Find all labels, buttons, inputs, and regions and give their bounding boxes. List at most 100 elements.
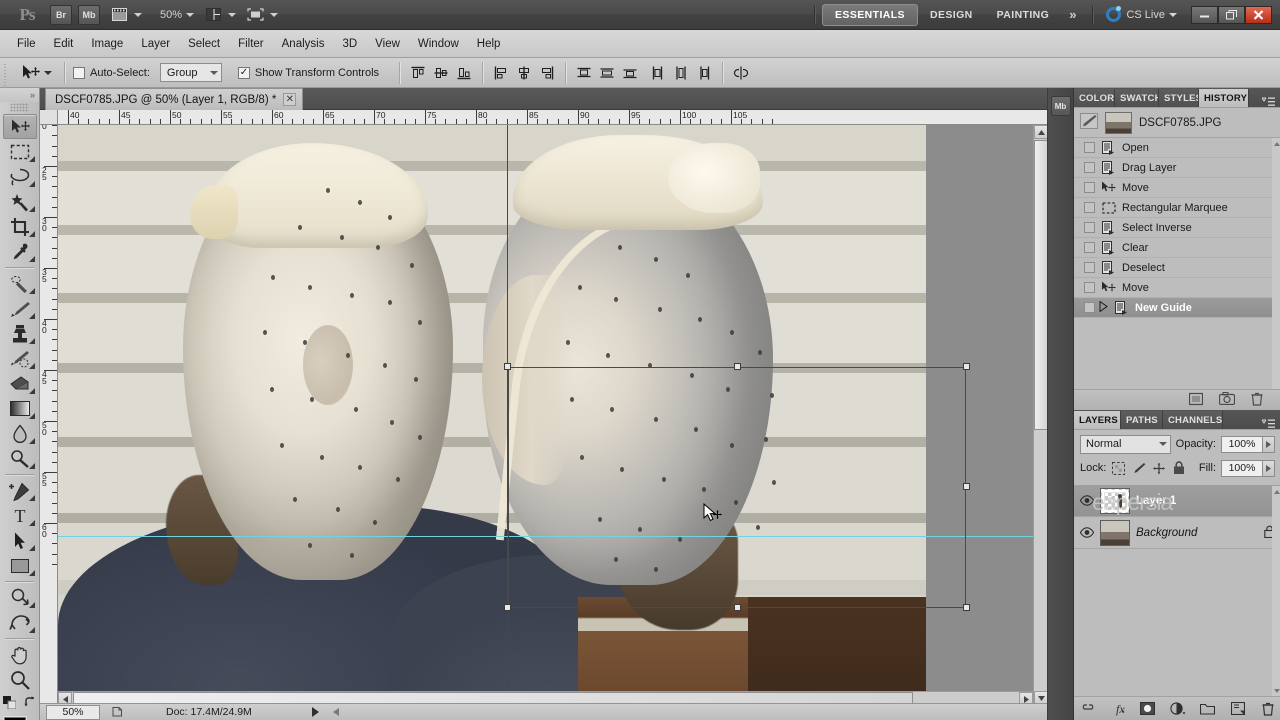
- vertical-ruler[interactable]: 20 25 30 35 40 45 50 55 60: [40, 125, 58, 705]
- add-layer-style-icon[interactable]: fx: [1110, 701, 1126, 717]
- history-state-drag-layer[interactable]: Drag Layer: [1074, 158, 1280, 178]
- history-state-move-2[interactable]: Move: [1074, 278, 1280, 298]
- delete-state-icon[interactable]: [1251, 392, 1263, 409]
- history-snapshot-checkbox[interactable]: [1084, 182, 1095, 193]
- menu-image[interactable]: Image: [82, 35, 132, 53]
- layer-row-background[interactable]: Background: [1074, 517, 1280, 549]
- history-state-select-inverse[interactable]: Select Inverse: [1074, 218, 1280, 238]
- create-document-from-state-icon[interactable]: [1188, 392, 1204, 409]
- toolbox-collapse-button[interactable]: »: [0, 88, 39, 102]
- distribute-bottom-edges-button[interactable]: [620, 63, 640, 83]
- distribute-top-edges-button[interactable]: [574, 63, 594, 83]
- launch-mini-bridge-button[interactable]: Mb: [78, 4, 100, 25]
- restore-button[interactable]: [1218, 5, 1245, 24]
- status-info-menu-triangle-icon[interactable]: [311, 707, 319, 717]
- tool-zoom-tool[interactable]: [3, 667, 37, 692]
- transform-handle-top-right[interactable]: [963, 363, 970, 370]
- zoom-level-value[interactable]: 50%: [160, 9, 182, 21]
- screen-mode-icon[interactable]: [244, 5, 266, 25]
- history-scroll-up-icon[interactable]: [1272, 138, 1280, 149]
- transform-handle-bottom-left[interactable]: [504, 604, 511, 611]
- tool-clone-stamp-tool[interactable]: [3, 321, 37, 346]
- horizontal-ruler[interactable]: 40 45 50 55 60 65 70 75 80 85 90 95 100 105: [58, 110, 1047, 125]
- status-zoom-field[interactable]: 50%: [46, 704, 100, 720]
- layers-scroll-down-icon[interactable]: [1272, 685, 1280, 696]
- delete-layer-icon[interactable]: [1260, 701, 1276, 717]
- align-right-edges-button[interactable]: [537, 63, 557, 83]
- fill-control[interactable]: 100%: [1221, 459, 1275, 477]
- history-snapshot-checkbox[interactable]: [1084, 262, 1095, 273]
- tool-3d-camera-rotate-tool[interactable]: [3, 610, 37, 635]
- current-tool-preset-picker[interactable]: [16, 61, 56, 85]
- tool-horizontal-type-tool[interactable]: T: [3, 503, 37, 528]
- fill-slider-chevron-icon[interactable]: [1263, 459, 1275, 477]
- menu-select[interactable]: Select: [179, 35, 229, 53]
- menu-layer[interactable]: Layer: [132, 35, 179, 53]
- tool-lasso-tool[interactable]: [3, 164, 37, 189]
- layer-thumbnail[interactable]: [1100, 519, 1130, 546]
- tool-quick-selection-tool[interactable]: [3, 189, 37, 214]
- tool-hand-tool[interactable]: [3, 642, 37, 667]
- menu-edit[interactable]: Edit: [45, 35, 83, 53]
- menu-window[interactable]: Window: [409, 35, 468, 53]
- menu-analysis[interactable]: Analysis: [273, 35, 334, 53]
- history-state-open[interactable]: Open: [1074, 138, 1280, 158]
- history-snapshot-checkbox[interactable]: [1084, 162, 1095, 173]
- transform-handle-top-left[interactable]: [504, 363, 511, 370]
- horizontal-guide[interactable]: [58, 536, 1047, 537]
- layers-scroll-up-icon[interactable]: [1272, 486, 1280, 497]
- layer-name-label[interactable]: Background: [1136, 527, 1197, 539]
- tool-eraser-tool[interactable]: [3, 371, 37, 396]
- options-bar-grip[interactable]: [0, 57, 10, 88]
- vertical-scroll-thumb[interactable]: [1034, 140, 1048, 430]
- tool-gradient-tool[interactable]: [3, 396, 37, 421]
- transform-handle-bottom-center[interactable]: [734, 604, 741, 611]
- show-transform-controls-checkbox[interactable]: ✓ Show Transform Controls: [237, 66, 379, 79]
- new-group-icon[interactable]: [1200, 701, 1216, 717]
- create-new-snapshot-icon[interactable]: [1218, 392, 1236, 408]
- document-image[interactable]: [58, 125, 926, 705]
- workspace-tab-design[interactable]: DESIGN: [918, 4, 985, 26]
- layer-visibility-eye-icon[interactable]: [1080, 526, 1094, 540]
- align-top-edges-button[interactable]: [408, 63, 428, 83]
- align-horizontal-centers-button[interactable]: [514, 63, 534, 83]
- arrange-chevron-down-icon[interactable]: [228, 12, 237, 17]
- cs-live-button[interactable]: CS Live: [1106, 6, 1177, 22]
- document-tab[interactable]: DSCF0785.JPG @ 50% (Layer 1, RGB/8) * ✕: [45, 88, 304, 110]
- mini-bridge-dock-icon[interactable]: Mb: [1050, 96, 1071, 116]
- menu-3d[interactable]: 3D: [333, 35, 366, 53]
- workspace-more-chevron-icon[interactable]: »: [1061, 7, 1082, 22]
- history-snapshot-checkbox[interactable]: [1084, 222, 1095, 233]
- minimize-button[interactable]: [1191, 5, 1218, 24]
- tool-move-tool[interactable]: [2, 114, 37, 139]
- default-colors-icon[interactable]: [2, 696, 16, 712]
- lock-image-pixels-icon[interactable]: [1131, 461, 1146, 476]
- align-vertical-centers-button[interactable]: [431, 63, 451, 83]
- tool-rectangle-tool[interactable]: [3, 553, 37, 578]
- transform-handle-bottom-right[interactable]: [963, 604, 970, 611]
- tab-layers[interactable]: LAYERS: [1074, 411, 1121, 429]
- history-snapshot-checkbox[interactable]: [1084, 202, 1095, 213]
- history-state-move-1[interactable]: Move: [1074, 178, 1280, 198]
- history-state-clear[interactable]: Clear: [1074, 238, 1280, 258]
- tool-brush-tool[interactable]: [3, 296, 37, 321]
- tool-rectangular-marquee-tool[interactable]: [3, 139, 37, 164]
- swap-colors-icon[interactable]: [23, 696, 37, 712]
- history-source-row[interactable]: DSCF0785.JPG: [1074, 108, 1280, 138]
- distribute-vertical-centers-button[interactable]: [597, 63, 617, 83]
- toolbox-grip[interactable]: [10, 103, 29, 112]
- align-left-edges-button[interactable]: [491, 63, 511, 83]
- tab-paths[interactable]: PATHS: [1121, 411, 1163, 429]
- ruler-origin-corner[interactable]: [40, 110, 58, 125]
- tool-spot-healing-brush-tool[interactable]: [3, 271, 37, 296]
- history-scrollbar[interactable]: [1272, 138, 1280, 389]
- view-extras-icon[interactable]: [108, 5, 130, 25]
- align-bottom-edges-button[interactable]: [454, 63, 474, 83]
- layers-panel-menu-icon[interactable]: [1256, 419, 1280, 429]
- fill-value[interactable]: 100%: [1221, 459, 1263, 477]
- screen-mode-chevron-down-icon[interactable]: [270, 12, 279, 17]
- tab-history[interactable]: HISTORY: [1199, 89, 1249, 107]
- history-snapshot-checkbox[interactable]: [1084, 282, 1095, 293]
- auto-select-checkbox[interactable]: Auto-Select:: [73, 66, 150, 79]
- tool-path-selection-tool[interactable]: [3, 528, 37, 553]
